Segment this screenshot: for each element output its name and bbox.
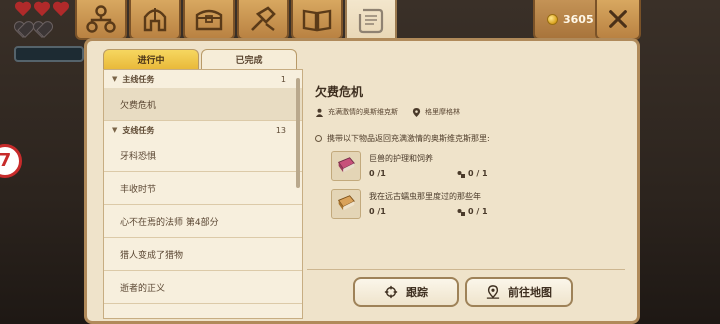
tab-completed[interactable]: 已完成: [201, 49, 297, 69]
tab-in-progress[interactable]: 进行中: [103, 49, 199, 69]
book-item-icon: [331, 189, 361, 219]
map-pin-icon: [486, 285, 500, 299]
caret-down-icon: ▼: [112, 126, 118, 134]
close-icon: [609, 10, 627, 28]
mana-bar: [14, 46, 84, 62]
crafting-hammer-icon: [251, 6, 276, 31]
bank-icon: [457, 170, 465, 178]
quest-objective: 携带以下物品返回充满激情的奥斯维克斯那里:: [315, 133, 490, 144]
location-pin-icon: [412, 107, 421, 117]
caret-down-icon: ▼: [112, 75, 118, 83]
quest-log-panel: 进行中 已完成 ▼ 主线任务 1 欠费危机 ▼ 支线任务 13 牙科恐惧 丰收时…: [84, 38, 640, 324]
heart-icon: [52, 2, 70, 18]
list-item[interactable]: 欠费危机: [104, 88, 302, 121]
person-icon: [315, 108, 324, 117]
list-item[interactable]: 丰收时节: [104, 172, 302, 205]
main-quest-header[interactable]: ▼ 主线任务 1: [104, 70, 302, 88]
quest-title: 欠费危机: [315, 85, 364, 99]
quest-scroll-icon: [358, 8, 384, 34]
tab-crafting[interactable]: [237, 0, 289, 40]
health-hearts: [14, 2, 84, 42]
quest-npc-info: 充满激情的奥斯维克斯 格里摩格林: [315, 107, 460, 117]
list-item[interactable]: 牙科恐惧: [104, 139, 302, 172]
main-quest-count: 1: [280, 74, 286, 84]
crosshair-icon: [384, 285, 398, 299]
quest-location: 格里摩格林: [412, 107, 460, 117]
go-to-map-button[interactable]: 前往地图: [465, 277, 573, 307]
list-item[interactable]: 猎人变成了猎物: [104, 238, 302, 271]
bank-icon: [457, 208, 465, 216]
list-item[interactable]: 逝者的正义: [104, 271, 302, 304]
side-quest-header[interactable]: ▼ 支线任务 13: [104, 121, 302, 139]
objective-bullet-icon: [315, 135, 322, 142]
heart-empty-icon: [14, 22, 32, 38]
treasure-chest-icon: [195, 9, 223, 31]
book-item-icon: [331, 151, 361, 181]
quest-giver: 充满激情的奥斯维克斯: [315, 107, 398, 117]
tab-inventory[interactable]: [183, 0, 235, 40]
detail-divider: [307, 269, 625, 270]
open-book-icon: [302, 9, 332, 32]
heart-empty-icon: [33, 22, 51, 38]
required-item[interactable]: 我在远古蠕虫那里度过的那些年 0 /1 0 / 1: [331, 189, 531, 223]
list-item[interactable]: 心不在焉的法师 第4部分: [104, 205, 302, 238]
close-button[interactable]: [595, 0, 641, 40]
tab-skills[interactable]: [75, 0, 127, 40]
tab-journal[interactable]: [291, 0, 343, 40]
skill-tree-icon: [86, 5, 116, 33]
required-item[interactable]: 巨兽的护理和饲养 0 /1 0 / 1: [331, 151, 531, 185]
tab-equipment[interactable]: [129, 0, 181, 40]
side-quest-count: 13: [275, 125, 286, 135]
helmet-icon: [143, 8, 167, 32]
coin-icon: [547, 13, 558, 25]
quest-detail: 欠费危机 充满激情的奥斯维克斯 格里摩格林 携带以下物品返回充满激情的奥斯维克斯…: [307, 69, 625, 319]
heart-icon: [33, 2, 51, 18]
track-button[interactable]: 跟踪: [353, 277, 459, 307]
quest-status-tabs: 进行中 已完成: [103, 49, 297, 69]
heart-icon: [14, 2, 32, 18]
coin-amount: 3605: [563, 12, 594, 26]
quest-list: ▼ 主线任务 1 欠费危机 ▼ 支线任务 13 牙科恐惧 丰收时节 心不在焉的法…: [103, 69, 303, 319]
